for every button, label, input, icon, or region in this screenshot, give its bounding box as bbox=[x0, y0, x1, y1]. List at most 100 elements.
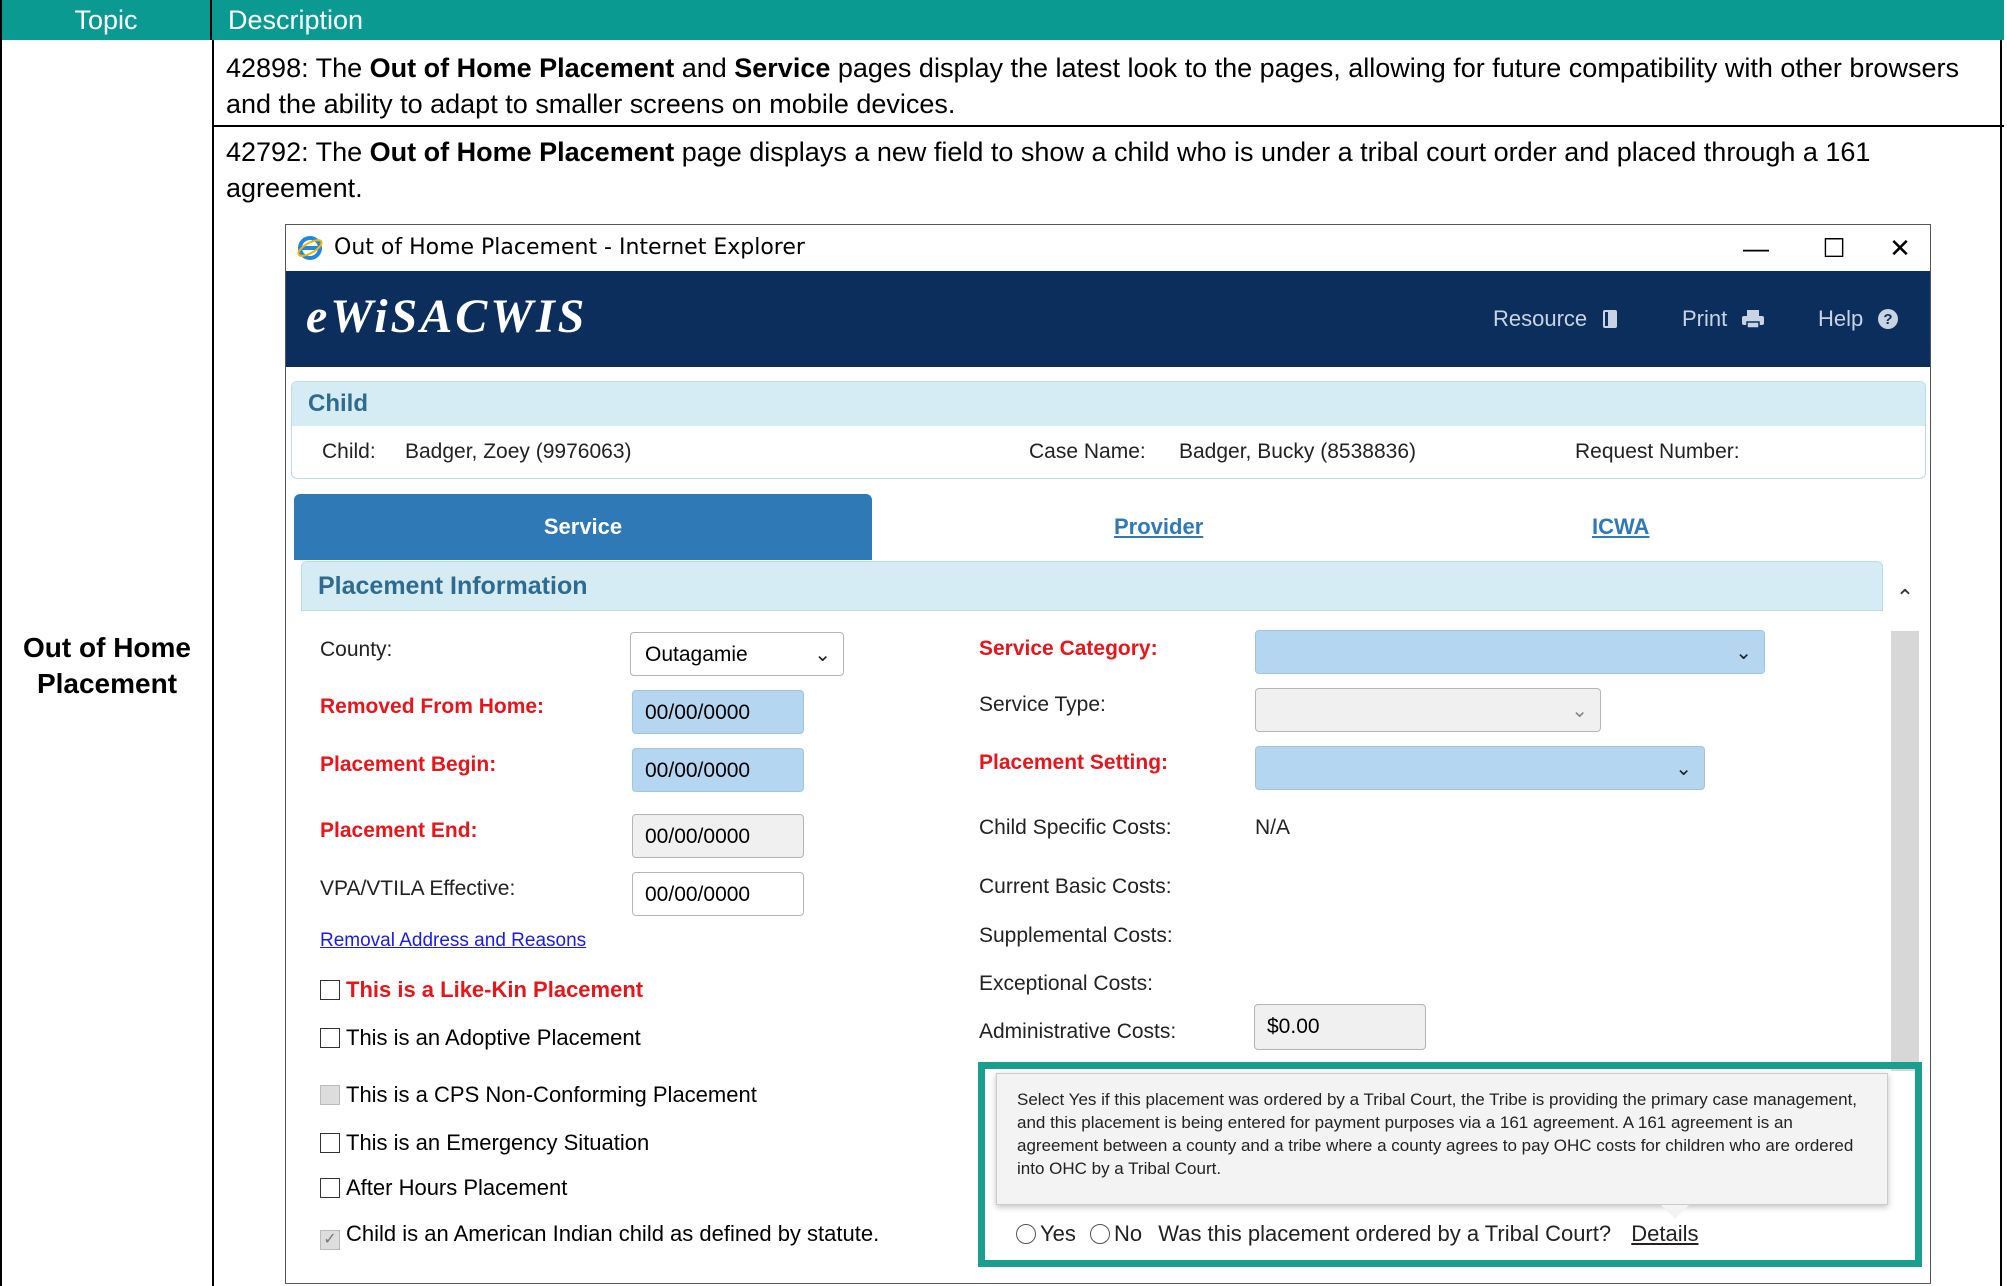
placement-info-header: Placement Information bbox=[301, 561, 1883, 611]
checkbox-label: Child is an American Indian child as def… bbox=[346, 1221, 880, 1246]
vpa-effective-label: VPA/VTILA Effective: bbox=[320, 877, 516, 900]
column-divider bbox=[212, 40, 214, 1286]
window-titlebar: Out of Home Placement - Internet Explore… bbox=[286, 225, 1930, 271]
maximize-button[interactable]: ☐ bbox=[1804, 225, 1864, 271]
request-number-label: Request Number: bbox=[1575, 440, 1740, 463]
radio-yes[interactable] bbox=[1016, 1224, 1036, 1244]
scrollbar[interactable]: ⌃ bbox=[1891, 585, 1919, 1085]
app-logo[interactable]: eWiSACWIS bbox=[306, 289, 587, 344]
help-label: Help bbox=[1818, 306, 1864, 331]
placement-end-label: Placement End: bbox=[320, 819, 478, 842]
description-row-42898: 42898: The Out of Home Placement and Ser… bbox=[226, 50, 1996, 122]
placement-begin-input[interactable]: 00/00/0000 bbox=[632, 748, 804, 792]
radio-no-label[interactable]: No bbox=[1114, 1221, 1142, 1246]
printer-icon bbox=[1742, 310, 1765, 329]
checkbox-box bbox=[320, 1085, 340, 1105]
child-label: Child: bbox=[322, 440, 376, 463]
radio-yes-label[interactable]: Yes bbox=[1040, 1221, 1076, 1246]
scroll-thumb[interactable] bbox=[1891, 631, 1919, 1071]
table-header: Topic Description bbox=[2, 0, 2004, 40]
admin-costs-label: Administrative Costs: bbox=[979, 1020, 1177, 1043]
book-icon bbox=[1603, 310, 1618, 328]
child-panel-title: Child bbox=[308, 390, 368, 417]
county-select[interactable]: Outagamie ⌄ bbox=[630, 632, 844, 676]
description-row-42792: 42792: The Out of Home Placement page di… bbox=[226, 134, 1996, 206]
minimize-button[interactable]: — bbox=[1726, 225, 1786, 271]
chevron-down-icon: ⌄ bbox=[1735, 642, 1752, 664]
checkmark-icon: ✓ bbox=[320, 1230, 340, 1250]
tribal-question-text: Was this placement ordered by a Tribal C… bbox=[1158, 1221, 1612, 1246]
description-header: Description bbox=[228, 5, 364, 35]
service-category-label: Service Category: bbox=[979, 637, 1158, 660]
checkbox-box[interactable] bbox=[320, 1133, 340, 1153]
child-value: Badger, Zoey (9976063) bbox=[405, 440, 632, 463]
tab-service[interactable]: Service bbox=[294, 494, 872, 560]
svg-text:?: ? bbox=[1884, 311, 1893, 328]
emergency-checkbox[interactable]: This is an Emergency Situation bbox=[320, 1130, 649, 1156]
removal-address-link[interactable]: Removal Address and Reasons bbox=[320, 930, 586, 952]
supplemental-costs-label: Supplemental Costs: bbox=[979, 924, 1173, 947]
scroll-up-icon[interactable]: ⌃ bbox=[1891, 585, 1919, 615]
tab-bar: Service Provider ICWA bbox=[294, 494, 1874, 560]
child-costs-value: N/A bbox=[1255, 816, 1291, 839]
desc-text: and bbox=[674, 53, 735, 83]
after-hours-checkbox[interactable]: After Hours Placement bbox=[320, 1175, 567, 1201]
topic-cell: Out of Home Placement bbox=[23, 632, 191, 699]
internet-explorer-icon bbox=[297, 236, 323, 260]
placement-info-title: Placement Information bbox=[318, 572, 588, 600]
topic-header: Topic bbox=[2, 0, 212, 40]
release-notes-table: Topic Description Out of Home Placement … bbox=[0, 0, 2004, 1286]
chevron-down-icon: ⌄ bbox=[1571, 700, 1588, 722]
removed-from-home-input[interactable]: 00/00/0000 bbox=[632, 690, 804, 734]
service-type-label: Service Type: bbox=[979, 693, 1106, 716]
tab-icwa[interactable]: ICWA bbox=[1592, 494, 1649, 560]
browser-window-screenshot: Out of Home Placement - Internet Explore… bbox=[285, 224, 1931, 1284]
placement-begin-label: Placement Begin: bbox=[320, 753, 497, 776]
removed-from-home-label: Removed From Home: bbox=[320, 695, 545, 718]
checkbox-label: After Hours Placement bbox=[346, 1175, 568, 1200]
row-separator bbox=[214, 125, 2004, 127]
tab-provider[interactable]: Provider bbox=[1114, 494, 1203, 560]
case-name-label: Case Name: bbox=[1029, 440, 1146, 463]
app-header: eWiSACWIS Resource Print Help ? bbox=[286, 271, 1930, 367]
case-name-value: Badger, Bucky (8538836) bbox=[1179, 440, 1416, 463]
radio-no[interactable] bbox=[1090, 1224, 1111, 1244]
help-icon: ? bbox=[1878, 309, 1899, 329]
print-link[interactable]: Print bbox=[1682, 271, 1765, 367]
desc-bold: Out of Home Placement bbox=[369, 53, 675, 83]
tooltip-arrow bbox=[1661, 1205, 1689, 1219]
checkbox-box[interactable] bbox=[320, 1178, 340, 1198]
checkbox-box[interactable] bbox=[320, 1028, 340, 1048]
item-id: 42898: bbox=[226, 53, 309, 83]
help-link[interactable]: Help ? bbox=[1818, 271, 1899, 367]
vpa-effective-input[interactable]: 00/00/0000 bbox=[632, 872, 804, 916]
details-link[interactable]: Details bbox=[1631, 1221, 1698, 1246]
close-button[interactable]: ✕ bbox=[1870, 225, 1930, 271]
american-indian-checkbox: ✓ Child is an American Indian child as de… bbox=[320, 1221, 879, 1250]
service-category-select[interactable]: ⌄ bbox=[1255, 630, 1765, 674]
desc-text: The bbox=[308, 137, 370, 167]
placement-end-input[interactable]: 00/00/0000 bbox=[632, 814, 804, 858]
resource-label: Resource bbox=[1493, 306, 1588, 331]
placement-setting-label: Placement Setting: bbox=[979, 751, 1169, 774]
checkbox-box[interactable] bbox=[320, 980, 340, 1000]
desc-bold: Out of Home Placement bbox=[369, 137, 675, 167]
service-type-select[interactable]: ⌄ bbox=[1255, 688, 1601, 732]
placement-setting-select[interactable]: ⌄ bbox=[1255, 746, 1705, 790]
resource-link[interactable]: Resource bbox=[1493, 271, 1619, 367]
like-kin-checkbox[interactable]: This is a Like-Kin Placement bbox=[320, 977, 643, 1003]
window-title: Out of Home Placement - Internet Explore… bbox=[334, 235, 805, 260]
basic-costs-label: Current Basic Costs: bbox=[979, 875, 1172, 898]
checkbox-label: This is a CPS Non-Conforming Placement bbox=[346, 1082, 757, 1107]
checkbox-label: This is an Adoptive Placement bbox=[346, 1025, 641, 1050]
tribal-court-tooltip: Select Yes if this placement was ordered… bbox=[996, 1073, 1888, 1205]
adoptive-checkbox[interactable]: This is an Adoptive Placement bbox=[320, 1025, 641, 1051]
chevron-down-icon: ⌄ bbox=[1675, 758, 1692, 780]
desc-bold: Service bbox=[734, 53, 831, 83]
county-label: County: bbox=[320, 638, 393, 661]
item-id: 42792: bbox=[226, 137, 309, 167]
checkbox-label: This is a Like-Kin Placement bbox=[346, 977, 644, 1002]
desc-text: The bbox=[308, 53, 370, 83]
admin-costs-input[interactable]: $0.00 bbox=[1254, 1004, 1426, 1050]
exceptional-costs-label: Exceptional Costs: bbox=[979, 972, 1153, 995]
